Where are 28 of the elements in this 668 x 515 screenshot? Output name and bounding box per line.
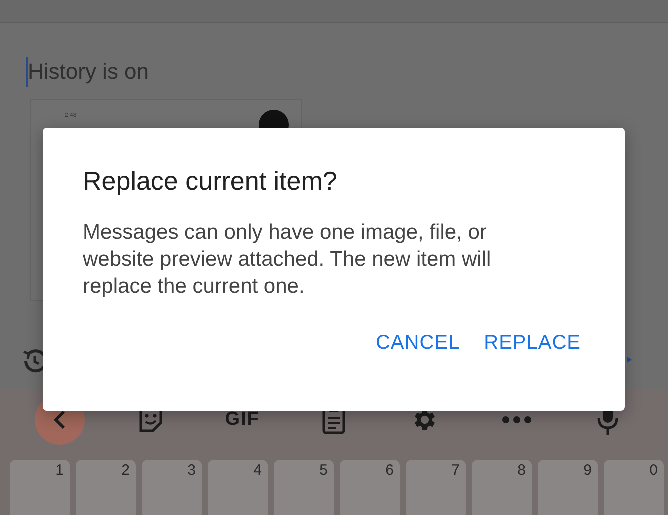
keyboard-key[interactable]: 7 [406, 460, 466, 515]
keyboard-key[interactable]: 4 [208, 460, 268, 515]
gif-button[interactable]: GIF [219, 408, 266, 432]
keyboard-key[interactable]: 6 [340, 460, 400, 515]
chevron-left-icon [52, 410, 67, 430]
key-hint: 7 [452, 462, 460, 479]
keyboard-key[interactable]: 5 [274, 460, 334, 515]
key-hint: 3 [188, 462, 196, 479]
keyboard-key[interactable]: 9 [538, 460, 598, 515]
key-hint: 0 [650, 462, 658, 479]
key-hint: 2 [122, 462, 130, 479]
keyboard-key[interactable]: 8 [472, 460, 532, 515]
key-hint: 6 [386, 462, 394, 479]
key-hint: 4 [254, 462, 262, 479]
message-field[interactable]: History is on [26, 57, 328, 87]
dialog-button[interactable]: CANCEL [372, 328, 464, 359]
keyboard-key[interactable]: 0 [604, 460, 664, 515]
more-icon[interactable] [502, 416, 532, 424]
key-hint: 8 [518, 462, 526, 479]
dialog-title: Replace current item? [83, 166, 338, 197]
dialog-message: Messages can only have one image, file, or website preview attached. The new item will replace the current one. [83, 220, 492, 300]
keyboard-key[interactable]: 1 [10, 460, 70, 515]
keyboard-key[interactable]: 2 [76, 460, 136, 515]
key-hint: 5 [320, 462, 328, 479]
dialog-button[interactable]: REPLACE [480, 328, 585, 359]
keyboard-key[interactable]: 3 [142, 460, 202, 515]
key-hint: 9 [584, 462, 592, 479]
key-hint: 1 [56, 462, 64, 479]
